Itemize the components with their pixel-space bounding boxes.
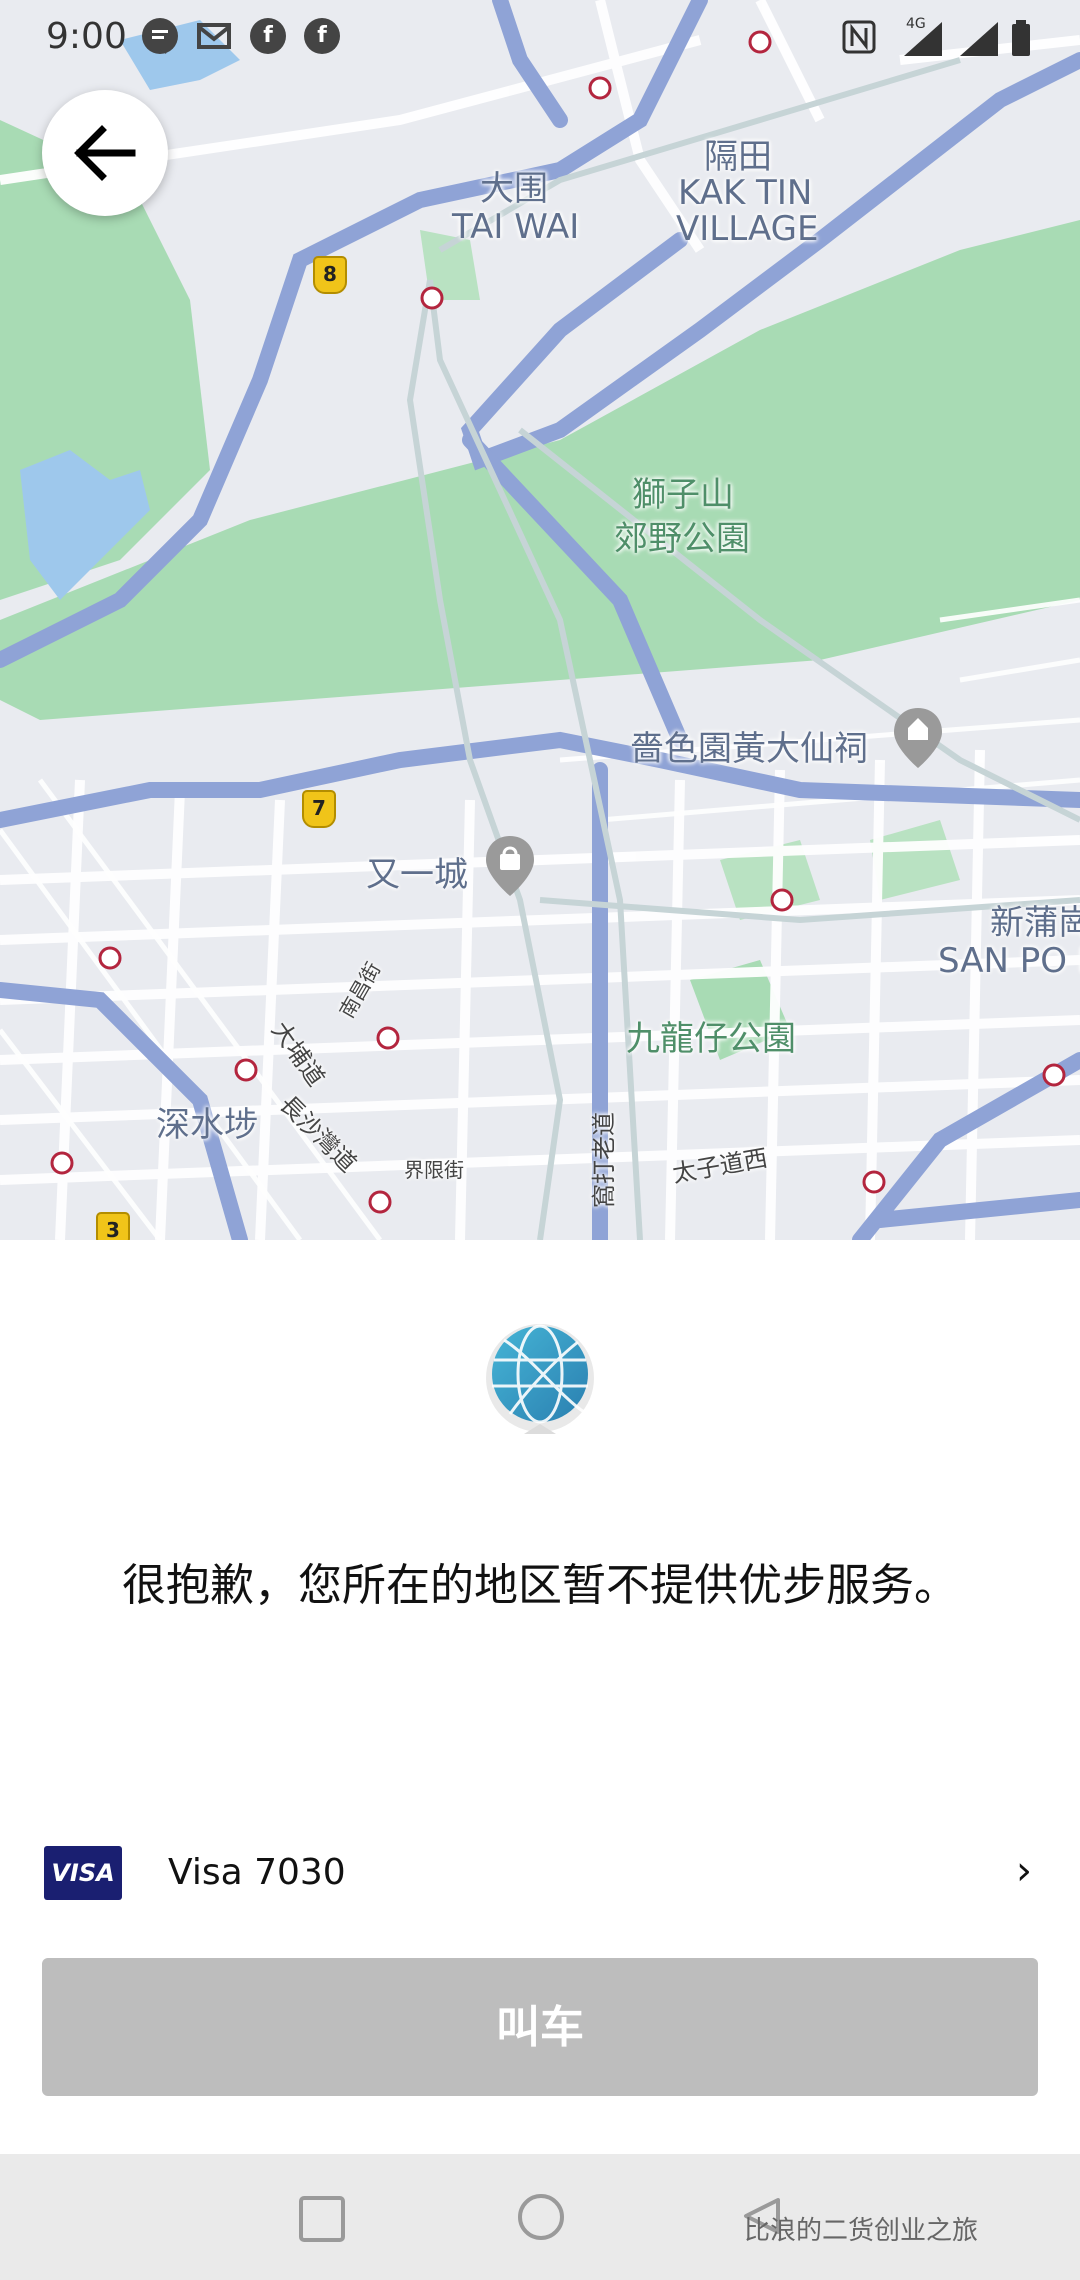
back-button[interactable] xyxy=(42,90,168,216)
payment-method-row[interactable]: VISA Visa 7030 › xyxy=(0,1810,1080,1924)
system-nav-bar: 比浪的二货创业之旅 xyxy=(0,2154,1080,2280)
map-label-kowloon-tsai-park: 九龍仔公園 xyxy=(626,1019,796,1059)
chevron-right-icon: › xyxy=(1016,1848,1032,1894)
map-label-san-po-kong-en: SAN PO KO xyxy=(938,941,1080,981)
payment-method-label: Visa 7030 xyxy=(168,1852,346,1893)
unavailable-sheet: 很抱歉，您所在的地区暂不提供优步服务。 VISA Visa 7030 › 叫车 xyxy=(0,1240,1080,2154)
facebook-icon: f xyxy=(250,18,286,54)
map-label-sham-shui-po: 深水埗 xyxy=(156,1105,258,1145)
map-label-boundary-st: 界限街 xyxy=(404,1158,464,1182)
map-label-kak-tin-en2: VILLAGE xyxy=(676,209,819,249)
map-label-tai-wai-en: TAI WAI xyxy=(452,207,580,247)
map-label-san-po-kong-cn: 新蒲崗 xyxy=(990,903,1080,943)
temple-pin-icon[interactable] xyxy=(892,706,944,770)
map-label-lion-rock-park: 郊野公園 xyxy=(614,519,750,559)
gmail-icon xyxy=(196,18,232,54)
shopping-pin-icon[interactable] xyxy=(484,834,536,898)
map-label-festival-walk: 又一城 xyxy=(366,855,468,895)
map-label-waterloo-rd: 窩打老道 xyxy=(590,1112,618,1208)
route-shield-3: 3 xyxy=(96,1212,130,1240)
network-type-label: 4G xyxy=(906,16,926,32)
globe-icon xyxy=(486,1324,594,1434)
map-label-kak-tin-cn: 隔田 xyxy=(704,137,772,177)
nfc-icon xyxy=(842,20,876,54)
route-shield-7: 7 xyxy=(302,790,336,828)
signal-roaming-icon xyxy=(960,22,998,56)
map-label-kak-tin-en: KAK TIN xyxy=(678,173,813,213)
route-shield-8: 8 xyxy=(313,256,347,294)
map-label-lion-rock: 獅子山 xyxy=(632,475,734,515)
watermark-text: 比浪的二货创业之旅 xyxy=(744,2216,979,2246)
status-time: 9:00 xyxy=(46,16,127,57)
home-button[interactable] xyxy=(518,2194,564,2240)
map-label-tai-wai-cn: 大围 xyxy=(480,169,548,209)
request-ride-button[interactable]: 叫车 xyxy=(42,1958,1038,2096)
recents-button[interactable] xyxy=(299,2196,345,2242)
facebook-icon-2: f xyxy=(304,18,340,54)
map-label-wong-tai-sin: 嗇色園黃大仙祠 xyxy=(630,729,868,769)
message-icon xyxy=(142,18,178,54)
battery-icon xyxy=(1012,20,1030,56)
unavailable-message: 很抱歉，您所在的地区暂不提供优步服务。 xyxy=(122,1560,958,1611)
visa-card-icon: VISA xyxy=(44,1846,122,1900)
arrow-left-icon xyxy=(74,125,136,181)
status-bar: 9:00 f f 4G xyxy=(0,0,1080,80)
